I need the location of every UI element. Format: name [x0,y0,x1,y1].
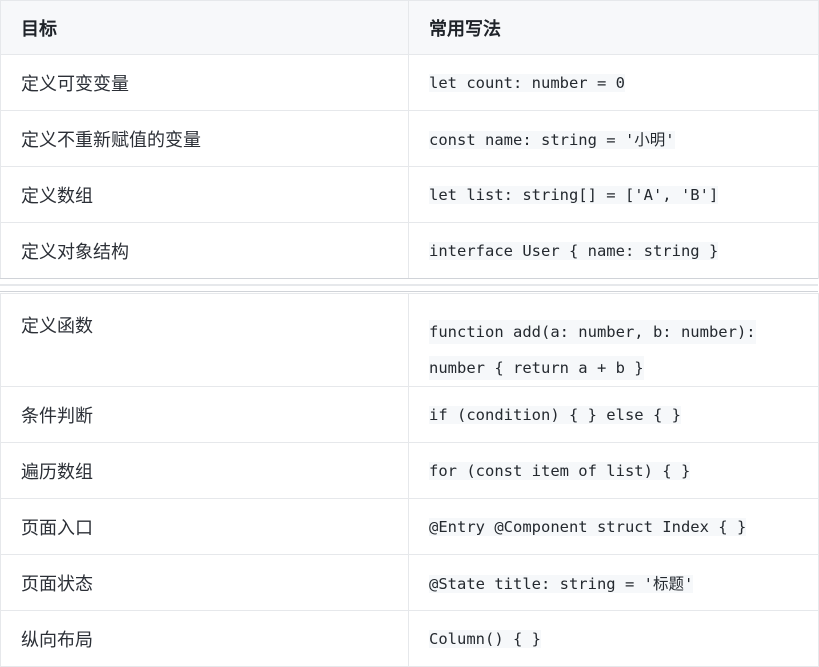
row-goal: 遍历数组 [0,442,409,499]
table-row: 页面入口 @Entry @Component struct Index { } [0,498,819,555]
row-code: const name: string = '小明' [408,110,819,167]
row-code: function add(a: number, b: number): numb… [408,293,819,387]
code-snippet: function add(a: number, b: number): numb… [429,320,756,380]
code-snippet: @Entry @Component struct Index { } [429,517,747,536]
row-code: @State title: string = '标题' [408,554,819,611]
row-goal: 定义函数 [0,293,409,387]
row-goal: 条件判断 [0,386,409,443]
row-goal: 定义可变变量 [0,54,409,111]
code-snippet: for (const item of list) { } [429,461,691,480]
row-code: interface User { name: string } [408,222,819,279]
row-goal: 纵向布局 [0,610,409,667]
table-row: 定义不重新赋值的变量 const name: string = '小明' [0,110,819,167]
code-snippet: interface User { name: string } [429,241,719,260]
table-row: 定义函数 function add(a: number, b: number):… [0,293,819,387]
code-snippet: @State title: string = '标题' [429,574,694,593]
code-snippet: let list: string[] = ['A', 'B'] [429,185,719,204]
header-usage: 常用写法 [408,0,819,55]
table-row: 遍历数组 for (const item of list) { } [0,442,819,499]
table-row: 定义可变变量 let count: number = 0 [0,54,819,111]
row-code: for (const item of list) { } [408,442,819,499]
code-snippet: const name: string = '小明' [429,130,675,149]
table-row: 纵向布局 Column() { } [0,610,819,667]
table-header-row: 目标 常用写法 [0,0,819,55]
row-code: let list: string[] = ['A', 'B'] [408,166,819,223]
table-row: 定义对象结构 interface User { name: string } [0,222,819,279]
header-goal: 目标 [0,0,409,55]
row-code: let count: number = 0 [408,54,819,111]
syntax-table-top: 目标 常用写法 定义可变变量 let count: number = 0 定义不… [0,0,819,279]
row-goal: 定义数组 [0,166,409,223]
table-row: 页面状态 @State title: string = '标题' [0,554,819,611]
table-split-divider[interactable] [0,278,818,292]
row-code: Column() { } [408,610,819,667]
row-goal: 页面入口 [0,498,409,555]
table-row: 定义数组 let list: string[] = ['A', 'B'] [0,166,819,223]
row-code: if (condition) { } else { } [408,386,819,443]
row-goal: 定义对象结构 [0,222,409,279]
code-snippet: Column() { } [429,629,541,648]
code-snippet: if (condition) { } else { } [429,405,681,424]
row-goal: 定义不重新赋值的变量 [0,110,409,167]
row-goal: 页面状态 [0,554,409,611]
table-row: 条件判断 if (condition) { } else { } [0,386,819,443]
row-code: @Entry @Component struct Index { } [408,498,819,555]
syntax-table-bottom: 定义函数 function add(a: number, b: number):… [0,293,819,667]
code-snippet: let count: number = 0 [429,73,625,92]
